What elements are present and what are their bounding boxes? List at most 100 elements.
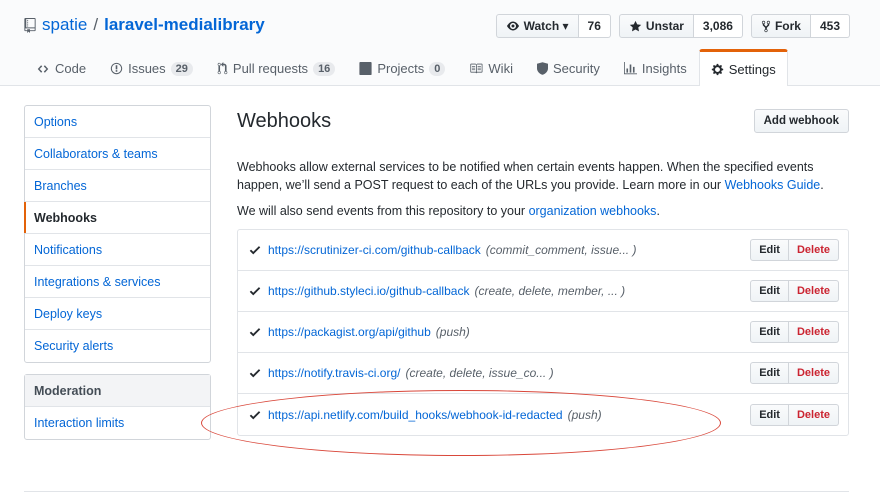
webhook-list: https://scrutinizer-ci.com/github-callba…	[237, 229, 849, 436]
fork-icon	[761, 20, 771, 32]
fork-button[interactable]: Fork	[750, 14, 811, 38]
footer-divider	[24, 491, 849, 492]
webhooks-panel: Webhooks Add webhook Webhooks allow exte…	[237, 104, 849, 436]
eye-icon	[506, 21, 519, 31]
sidebar-item-webhooks[interactable]: Webhooks	[24, 202, 210, 234]
org-webhooks-note: We will also send events from this repos…	[237, 202, 849, 220]
tab-settings-label: Settings	[728, 61, 776, 77]
delete-webhook-button[interactable]: Delete	[788, 280, 839, 302]
issue-icon	[110, 62, 123, 75]
moderation-heading: Moderation	[25, 375, 210, 407]
webhook-row: https://packagist.org/api/github (push) …	[238, 312, 848, 353]
repo-nav-tabs: Code Issues 29 Pull requests 16 Projects…	[24, 49, 788, 86]
webhook-row: https://notify.travis-ci.org/ (create, d…	[238, 353, 848, 394]
repo-owner-link[interactable]: spatie	[42, 15, 87, 35]
unstar-label: Unstar	[645, 19, 684, 33]
add-webhook-button[interactable]: Add webhook	[753, 109, 849, 133]
repo-header: spatie / laravel-medialibrary Watch ▾ 76…	[0, 0, 880, 86]
tab-projects-count: 0	[429, 61, 446, 76]
watch-label: Watch ▾	[523, 19, 569, 33]
tab-security-label: Security	[552, 61, 600, 76]
page-title: Webhooks	[237, 109, 332, 132]
webhook-events: (create, delete, member, ... )	[474, 284, 626, 298]
delete-webhook-button[interactable]: Delete	[788, 403, 839, 426]
watch-group: Watch ▾ 76	[495, 14, 611, 38]
tab-issues-label: Issues	[128, 61, 166, 76]
project-icon	[359, 62, 372, 75]
sidebar-item-notifications[interactable]: Notifications	[25, 234, 210, 266]
org-text: We will also send events from this repos…	[237, 204, 529, 218]
tab-wiki-label: Wiki	[488, 61, 513, 76]
webhook-row: https://github.styleci.io/github-callbac…	[238, 271, 848, 312]
check-icon	[249, 246, 261, 255]
tab-code-label: Code	[55, 61, 87, 76]
org-end: .	[656, 204, 660, 218]
watch-button[interactable]: Watch ▾	[495, 14, 579, 38]
check-icon	[249, 410, 261, 419]
webhook-events: (commit_comment, issue... )	[485, 243, 637, 257]
webhook-events: (create, delete, issue_co... )	[405, 366, 554, 380]
code-icon	[37, 64, 49, 73]
fork-group: Fork 453	[750, 14, 850, 38]
settings-menu: Options Collaborators & teams Branches W…	[24, 105, 211, 363]
edit-webhook-button[interactable]: Edit	[750, 321, 789, 343]
tab-code[interactable]: Code	[24, 50, 98, 86]
book-icon	[470, 63, 483, 74]
edit-webhook-button[interactable]: Edit	[750, 280, 789, 302]
edit-webhook-button[interactable]: Edit	[750, 403, 789, 426]
tab-insights[interactable]: Insights	[612, 50, 699, 86]
check-icon	[249, 287, 261, 296]
delete-webhook-button[interactable]: Delete	[788, 239, 839, 261]
webhook-events: (push)	[435, 325, 470, 339]
moderation-menu: Moderation Interaction limits	[24, 374, 211, 440]
check-icon	[249, 369, 261, 378]
delete-webhook-button[interactable]: Delete	[788, 362, 839, 384]
organization-webhooks-link[interactable]: organization webhooks	[529, 204, 657, 218]
check-icon	[249, 328, 261, 337]
star-group: Unstar 3,086	[618, 14, 743, 38]
webhook-url-link[interactable]: https://api.netlify.com/build_hooks/webh…	[268, 408, 563, 422]
sidebar-item-security-alerts[interactable]: Security alerts	[25, 330, 210, 362]
sidebar-item-options[interactable]: Options	[25, 106, 210, 138]
repo-name-link[interactable]: laravel-medialibrary	[104, 15, 265, 35]
repo-icon	[24, 17, 36, 33]
webhook-row: https://scrutinizer-ci.com/github-callba…	[238, 230, 848, 271]
webhook-url-link[interactable]: https://notify.travis-ci.org/	[268, 366, 401, 380]
graph-icon	[623, 62, 637, 75]
tab-issues-count: 29	[170, 61, 193, 76]
sidebar-item-integrations[interactable]: Integrations & services	[25, 266, 210, 298]
unstar-button[interactable]: Unstar	[618, 14, 694, 38]
tab-projects[interactable]: Projects 0	[347, 50, 457, 86]
webhook-events: (push)	[567, 407, 602, 422]
tab-issues[interactable]: Issues 29	[98, 50, 205, 86]
watch-count[interactable]: 76	[578, 14, 611, 38]
tab-pull-requests-label: Pull requests	[232, 61, 309, 76]
sidebar-item-deploy-keys[interactable]: Deploy keys	[25, 298, 210, 330]
fork-label: Fork	[774, 19, 801, 33]
sidebar-item-collaborators[interactable]: Collaborators & teams	[25, 138, 210, 170]
fork-count[interactable]: 453	[810, 14, 850, 38]
repo-title: spatie / laravel-medialibrary	[24, 15, 265, 35]
webhook-url-link[interactable]: https://github.styleci.io/github-callbac…	[268, 284, 469, 298]
gear-icon	[711, 63, 723, 75]
edit-webhook-button[interactable]: Edit	[750, 362, 789, 384]
star-count[interactable]: 3,086	[693, 14, 743, 38]
description-end: .	[820, 178, 824, 192]
webhook-url-link[interactable]: https://packagist.org/api/github	[268, 325, 431, 339]
tab-security[interactable]: Security	[525, 50, 612, 86]
delete-webhook-button[interactable]: Delete	[788, 321, 839, 343]
tab-settings[interactable]: Settings	[698, 49, 788, 86]
repo-actions: Watch ▾ 76 Unstar 3,086 Fork 453	[495, 14, 850, 38]
webhook-row: https://api.netlify.com/build_hooks/webh…	[238, 394, 848, 435]
sidebar-item-branches[interactable]: Branches	[25, 170, 210, 202]
star-icon	[629, 20, 642, 31]
tab-pull-requests-count: 16	[313, 61, 336, 76]
tab-wiki[interactable]: Wiki	[457, 50, 525, 86]
webhooks-guide-link[interactable]: Webhooks Guide	[725, 178, 821, 192]
sidebar-item-interaction-limits[interactable]: Interaction limits	[25, 407, 210, 439]
webhook-url-link[interactable]: https://scrutinizer-ci.com/github-callba…	[268, 243, 481, 257]
tab-pull-requests[interactable]: Pull requests 16	[205, 50, 347, 86]
tab-projects-label: Projects	[377, 61, 425, 76]
edit-webhook-button[interactable]: Edit	[750, 239, 789, 261]
subhead: Webhooks Add webhook	[237, 104, 849, 138]
